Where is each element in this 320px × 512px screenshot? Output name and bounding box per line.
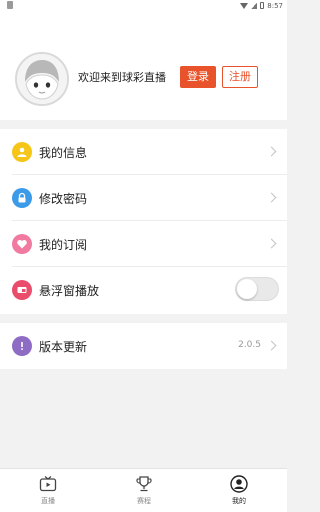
menu-item-label: 我的订阅 <box>39 238 88 252</box>
tv-icon <box>39 476 57 492</box>
version-number: 2.0.5 <box>238 340 261 350</box>
wifi-icon <box>240 2 249 9</box>
menu-item-my-subscriptions[interactable]: 我的订阅 <box>0 221 287 267</box>
notification-icon <box>7 1 13 9</box>
menu-item-label: 我的信息 <box>39 146 88 160</box>
welcome-text: 欢迎来到球彩直播 <box>78 71 166 84</box>
chevron-right-icon <box>266 238 277 249</box>
status-time: 8:57 <box>267 1 283 10</box>
profile-icon <box>230 475 248 493</box>
signal-icon <box>251 2 258 9</box>
user-icon <box>12 142 32 162</box>
tab-schedule[interactable]: 赛程 <box>96 469 192 512</box>
login-button[interactable]: 登录 <box>180 66 216 88</box>
menu-item-label: 悬浮窗播放 <box>39 284 100 298</box>
tab-label: 赛程 <box>137 497 151 505</box>
menu-item-version-update[interactable]: 版本更新 2.0.5 <box>0 323 287 369</box>
chevron-right-icon <box>266 340 277 351</box>
register-button[interactable]: 注册 <box>222 66 258 88</box>
menu-item-floating-window: 悬浮窗播放 <box>0 267 287 313</box>
trophy-icon <box>136 476 152 492</box>
version-section: 版本更新 2.0.5 <box>0 323 287 369</box>
avatar[interactable] <box>15 52 69 106</box>
menu-item-label: 版本更新 <box>39 340 88 354</box>
tab-live[interactable]: 直播 <box>0 469 96 512</box>
floating-window-toggle[interactable] <box>235 277 279 301</box>
lock-icon <box>12 188 32 208</box>
tab-label: 我的 <box>232 497 246 505</box>
chevron-right-icon <box>266 192 277 203</box>
default-avatar-icon <box>17 54 67 104</box>
profile-header: 欢迎来到球彩直播 登录 注册 <box>0 12 287 120</box>
bottom-tab-bar: 直播 赛程 我的 <box>0 468 287 512</box>
heart-icon <box>12 234 32 254</box>
tab-label: 直播 <box>41 497 55 505</box>
toggle-knob <box>237 279 257 299</box>
menu-item-change-password[interactable]: 修改密码 <box>0 175 287 221</box>
info-icon <box>12 336 32 356</box>
status-bar: 8:57 <box>0 0 287 12</box>
menu-item-label: 修改密码 <box>39 192 88 206</box>
picture-in-picture-icon <box>12 280 32 300</box>
menu-item-my-info[interactable]: 我的信息 <box>0 129 287 175</box>
settings-menu: 我的信息 修改密码 我的订阅 悬浮窗播放 <box>0 129 287 314</box>
status-indicators: 8:57 <box>240 1 283 10</box>
battery-icon <box>260 2 265 9</box>
chevron-right-icon <box>266 146 277 157</box>
tab-mine[interactable]: 我的 <box>191 469 287 512</box>
